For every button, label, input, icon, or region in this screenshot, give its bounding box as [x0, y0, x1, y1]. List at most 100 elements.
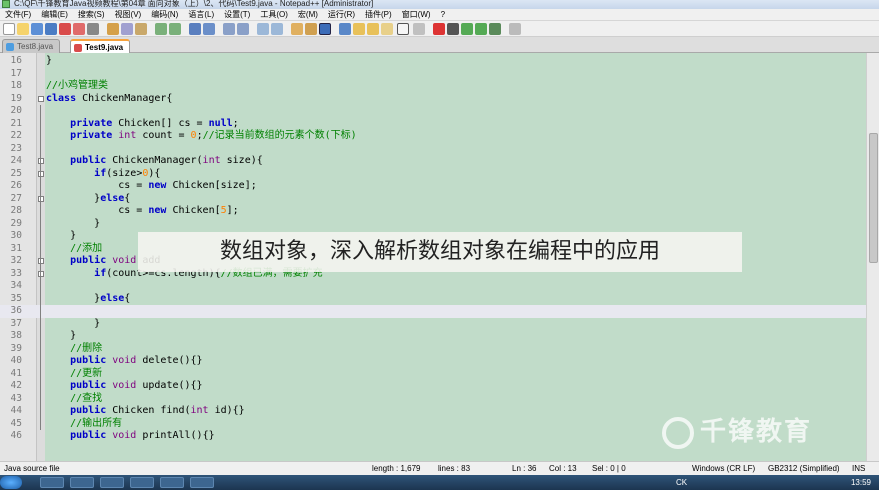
- code-line[interactable]: 39 //删除: [0, 343, 866, 356]
- redo-icon[interactable]: [169, 23, 181, 35]
- sync-h-icon[interactable]: [271, 23, 283, 35]
- lang-icon[interactable]: [339, 23, 351, 35]
- fold-toggle-icon[interactable]: [38, 158, 44, 164]
- vertical-scrollbar[interactable]: [866, 53, 879, 461]
- fold-toggle-icon[interactable]: [38, 270, 44, 277]
- doc-map-icon[interactable]: [353, 23, 365, 35]
- code-line[interactable]: 19 class ChickenManager{: [0, 93, 866, 106]
- code-line[interactable]: 35 }else{: [0, 293, 866, 306]
- code-text: public void update(){}: [70, 380, 203, 391]
- fold-line: [40, 105, 41, 430]
- undo-icon[interactable]: [155, 23, 167, 35]
- code-line[interactable]: 22 private int count = 0;//记录当前数组的元素个数(下…: [0, 130, 866, 143]
- monitor-icon[interactable]: [397, 23, 409, 35]
- code-line[interactable]: 37 }: [0, 318, 866, 331]
- folder-workspace-icon[interactable]: [381, 23, 393, 35]
- fold-toggle-icon[interactable]: [38, 258, 44, 264]
- menu-item[interactable]: 编码(N): [146, 9, 183, 21]
- split-icon[interactable]: [413, 23, 425, 35]
- save-all-icon[interactable]: [45, 23, 57, 35]
- cut-icon[interactable]: [107, 23, 119, 35]
- code-line[interactable]: 42 public void update(){}: [0, 380, 866, 393]
- tab-test9[interactable]: Test9.java: [70, 39, 131, 53]
- extra-tool-icon[interactable]: [509, 23, 521, 35]
- menu-item[interactable]: 编辑(E): [36, 9, 73, 21]
- code-line[interactable]: 17: [0, 68, 866, 81]
- run-macro-multiple-icon[interactable]: [475, 23, 487, 35]
- input-language[interactable]: CK: [676, 475, 687, 490]
- menu-item[interactable]: 插件(P): [360, 9, 397, 21]
- menu-item[interactable]: 视图(V): [110, 9, 147, 21]
- menu-item[interactable]: 文件(F): [0, 9, 36, 21]
- stop-macro-icon[interactable]: [447, 23, 459, 35]
- zoom-out-icon[interactable]: [237, 23, 249, 35]
- print-icon[interactable]: [87, 23, 99, 35]
- line-number: 25: [10, 167, 22, 179]
- code-text: private Chicken[] cs = null;: [70, 117, 239, 129]
- line-number: 22: [10, 130, 22, 141]
- menu-item[interactable]: 窗口(W): [397, 9, 436, 21]
- zoom-in-icon[interactable]: [223, 23, 235, 35]
- sync-v-icon[interactable]: [257, 23, 269, 35]
- code-line[interactable]: 34: [0, 280, 866, 293]
- tab-test8[interactable]: Test8.java: [2, 39, 61, 53]
- wrap-icon[interactable]: [291, 23, 303, 35]
- taskbar-app-icon[interactable]: [160, 477, 184, 488]
- line-number: 27: [10, 192, 22, 204]
- taskbar-folder-icon[interactable]: [100, 477, 124, 488]
- start-button-icon[interactable]: [0, 476, 22, 489]
- code-line[interactable]: 25 if(size>0){: [0, 168, 866, 181]
- code-line[interactable]: 16}: [0, 55, 866, 68]
- close-file-icon[interactable]: [59, 23, 71, 35]
- taskbar-app2-icon[interactable]: [190, 477, 214, 488]
- code-line[interactable]: 20: [0, 105, 866, 118]
- indent-guide-icon[interactable]: [319, 23, 331, 35]
- menu-item[interactable]: 宏(M): [293, 9, 323, 21]
- find-icon[interactable]: [189, 23, 201, 35]
- save-macro-icon[interactable]: [489, 23, 501, 35]
- line-number: 29: [10, 217, 22, 229]
- code-line[interactable]: 43 //查找: [0, 393, 866, 406]
- menu-item[interactable]: 语言(L): [183, 9, 219, 21]
- fold-toggle-icon[interactable]: [38, 195, 44, 202]
- line-number: 35: [10, 292, 22, 304]
- menu-item[interactable]: 工具(O): [255, 9, 293, 21]
- record-macro-icon[interactable]: [433, 23, 445, 35]
- paste-icon[interactable]: [135, 23, 147, 35]
- code-line[interactable]: 27 }else{: [0, 193, 866, 206]
- save-icon[interactable]: [31, 23, 43, 35]
- menu-item[interactable]: 设置(T): [219, 9, 255, 21]
- code-line[interactable]: 29 }: [0, 218, 866, 231]
- title-bar: C:\QF\千锋教育Java视频教程\第04章 面向对象（上）\2、代码\Tes…: [0, 0, 879, 9]
- new-file-icon[interactable]: [3, 23, 15, 35]
- taskbar-browser-icon[interactable]: [70, 477, 94, 488]
- code-line[interactable]: 41 //更新: [0, 368, 866, 381]
- copy-icon[interactable]: [121, 23, 133, 35]
- menu-item[interactable]: 搜索(S): [73, 9, 110, 21]
- taskbar-notepadpp-icon[interactable]: [130, 477, 154, 488]
- code-line[interactable]: 36: [0, 305, 866, 318]
- code-line[interactable]: 24 public ChickenManager(int size){: [0, 155, 866, 168]
- notepadpp-app-icon: [2, 0, 10, 8]
- taskbar-explorer-icon[interactable]: [40, 477, 64, 488]
- show-all-chars-icon[interactable]: [305, 23, 317, 35]
- open-file-icon[interactable]: [17, 23, 29, 35]
- code-line[interactable]: 28 cs = new Chicken[5];: [0, 205, 866, 218]
- play-macro-icon[interactable]: [461, 23, 473, 35]
- status-sel: Sel : 0 | 0: [592, 464, 626, 473]
- code-line[interactable]: 38 }: [0, 330, 866, 343]
- code-line[interactable]: 21 private Chicken[] cs = null;: [0, 118, 866, 131]
- menu-item[interactable]: 运行(R): [323, 9, 360, 21]
- scrollbar-thumb[interactable]: [869, 133, 878, 263]
- function-list-icon[interactable]: [367, 23, 379, 35]
- code-line[interactable]: 18 //小鸡管理类: [0, 80, 866, 93]
- code-line[interactable]: 40 public void delete(){}: [0, 355, 866, 368]
- code-text: public Chicken find(int id){}: [70, 405, 245, 416]
- fold-toggle-icon[interactable]: [38, 95, 44, 102]
- close-all-icon[interactable]: [73, 23, 85, 35]
- code-line[interactable]: 26 cs = new Chicken[size];: [0, 180, 866, 193]
- fold-toggle-icon[interactable]: [38, 170, 44, 177]
- menu-item[interactable]: ?: [436, 9, 450, 21]
- code-line[interactable]: 23: [0, 143, 866, 156]
- replace-icon[interactable]: [203, 23, 215, 35]
